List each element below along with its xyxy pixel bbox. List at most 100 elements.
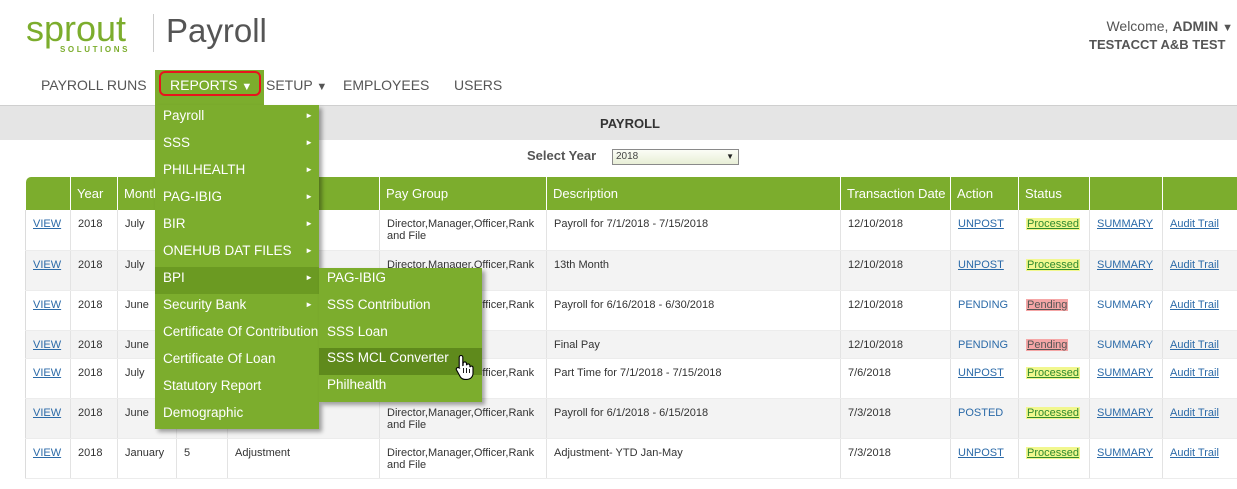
menu-item-philhealth[interactable]: PHILHEALTH ► [155,159,319,186]
caret-down-icon[interactable]: ▼ [1222,22,1233,34]
highlight-outline [159,71,261,96]
status-badge[interactable]: Processed [1026,366,1080,379]
menu-item-onehub-dat-files[interactable]: ONEHUB DAT FILES ► [155,240,319,267]
summary-link[interactable]: SUMMARY [1097,259,1153,271]
main-nav: PAYROLL RUNS REPORTS ▼ SETUP ▼ EMPLOYEES… [0,70,1237,106]
cell-description: Payroll for 7/1/2018 - 7/15/2018 [546,210,841,251]
year-value: 2018 [616,151,639,162]
cell-year: 2018 [70,438,118,479]
view-link[interactable]: VIEW [33,407,61,419]
submenu-item-sss-loan[interactable]: SSS Loan [319,322,482,349]
status-badge[interactable]: Processed [1026,446,1080,459]
cell-pay-group: Director,Manager,Officer,Rank and File [379,438,547,479]
col-header-audit [1162,177,1237,210]
summary-link[interactable]: SUMMARY [1097,407,1153,419]
col-header-status[interactable]: Status [1018,177,1090,210]
col-header-year[interactable]: Year [70,177,118,210]
cell-description: Adjustment- YTD Jan-May [546,438,841,479]
status-badge[interactable]: Processed [1026,258,1080,271]
status-badge[interactable]: Pending [1026,298,1069,311]
cell-year: 2018 [70,210,118,251]
logo-subtitle: SOLUTIONS [60,45,131,54]
submenu-item-pag-ibig[interactable]: PAG-IBIG [319,268,482,295]
app-title: Payroll [166,12,267,49]
col-header-view[interactable] [25,177,71,210]
view-link[interactable]: VIEW [33,339,61,351]
chevron-right-icon: ► [305,246,313,255]
menu-item-bir[interactable]: BIR ► [155,213,319,240]
menu-item-payroll[interactable]: Payroll ► [155,105,319,132]
chevron-right-icon: ► [305,219,313,228]
chevron-right-icon: ► [305,111,313,120]
action-posted: POSTED [958,406,1004,419]
cell-date: 7/6/2018 [840,358,951,399]
cell-year: 2018 [70,358,118,399]
logo-wordmark: sprout [26,8,127,49]
sprout-logo[interactable]: sprout SOLUTIONS [26,8,144,58]
summary-link[interactable]: SUMMARY [1097,218,1153,230]
bpi-submenu: PAG-IBIG SSS Contribution SSS Loan SSS M… [319,268,482,402]
submenu-item-sss-contribution[interactable]: SSS Contribution [319,295,482,322]
audit-trail-link[interactable]: Audit Trail [1170,218,1219,230]
cell-year: 2018 [70,330,118,359]
audit-trail-link[interactable]: Audit Trail [1170,447,1219,459]
audit-trail-link[interactable]: Audit Trail [1170,367,1219,379]
col-header-summary [1089,177,1163,210]
menu-item-pag-ibig[interactable]: PAG-IBIG ► [155,186,319,213]
menu-item-sss[interactable]: SSS ► [155,132,319,159]
nav-users[interactable]: USERS [454,77,502,93]
summary-link[interactable]: SUMMARY [1097,447,1153,459]
audit-trail-link[interactable]: Audit Trail [1170,299,1219,311]
chevron-right-icon: ► [305,138,313,147]
col-header-transaction-date[interactable]: Transaction Date [840,177,951,210]
cell-date: 12/10/2018 [840,290,951,331]
dropdown-arrow-icon: ▼ [726,152,734,161]
summary-text[interactable]: SUMMARY [1097,339,1153,351]
view-link[interactable]: VIEW [33,367,61,379]
chevron-right-icon: ► [305,273,313,282]
status-badge[interactable]: Processed [1026,218,1080,230]
year-label: Select Year [527,148,597,163]
menu-item-demographic[interactable]: Demographic [155,402,319,429]
cell-date: 12/10/2018 [840,330,951,359]
view-link[interactable]: VIEW [33,447,61,459]
summary-link[interactable]: SUMMARY [1097,367,1153,379]
menu-item-certificate-of-loan[interactable]: Certificate Of Loan [155,348,319,375]
nav-employees[interactable]: EMPLOYEES [343,77,429,93]
cell-year: 2018 [70,250,118,291]
unpost-link[interactable]: UNPOST [958,367,1004,379]
year-select[interactable]: 2018 ▼ [612,149,739,165]
view-link[interactable]: VIEW [33,259,61,271]
menu-item-statutory-report[interactable]: Statutory Report [155,375,319,402]
menu-item-bpi[interactable]: BPI ► [155,267,319,294]
cell-cutoff: 5 [176,438,228,479]
header-divider [153,14,154,52]
col-header-pay-group[interactable]: Pay Group [379,177,547,210]
cell-date: 7/3/2018 [840,438,951,479]
chevron-right-icon: ► [305,300,313,309]
view-link[interactable]: VIEW [33,299,61,311]
view-link[interactable]: VIEW [33,218,61,230]
welcome-text[interactable]: Welcome, ADMIN ▼ [1106,18,1233,34]
audit-trail-link[interactable]: Audit Trail [1170,339,1219,351]
menu-item-certificate-of-contribution[interactable]: Certificate Of Contribution [155,321,319,348]
summary-text[interactable]: SUMMARY [1097,299,1153,311]
chevron-right-icon: ► [305,165,313,174]
audit-trail-link[interactable]: Audit Trail [1170,407,1219,419]
unpost-link[interactable]: UNPOST [958,259,1004,271]
unpost-link[interactable]: UNPOST [958,447,1004,459]
col-header-action[interactable]: Action [950,177,1019,210]
nav-setup[interactable]: SETUP ▼ [266,77,327,93]
user-name: ADMIN [1172,18,1219,34]
status-badge[interactable]: Processed [1026,406,1080,419]
cell-pay-group: Director,Manager,Officer,Rank and File [379,398,547,439]
audit-trail-link[interactable]: Audit Trail [1170,259,1219,271]
status-badge[interactable]: Pending [1026,338,1069,351]
cell-description: Payroll for 6/1/2018 - 6/15/2018 [546,398,841,439]
nav-payroll-runs[interactable]: PAYROLL RUNS [41,77,147,93]
col-header-description[interactable]: Description [546,177,841,210]
hand-cursor-icon [455,354,474,380]
unpost-link[interactable]: UNPOST [958,218,1004,230]
table-row: VIEW 2018 January 5 Adjustment Director,… [25,438,1237,479]
menu-item-security-bank[interactable]: Security Bank ► [155,294,319,321]
